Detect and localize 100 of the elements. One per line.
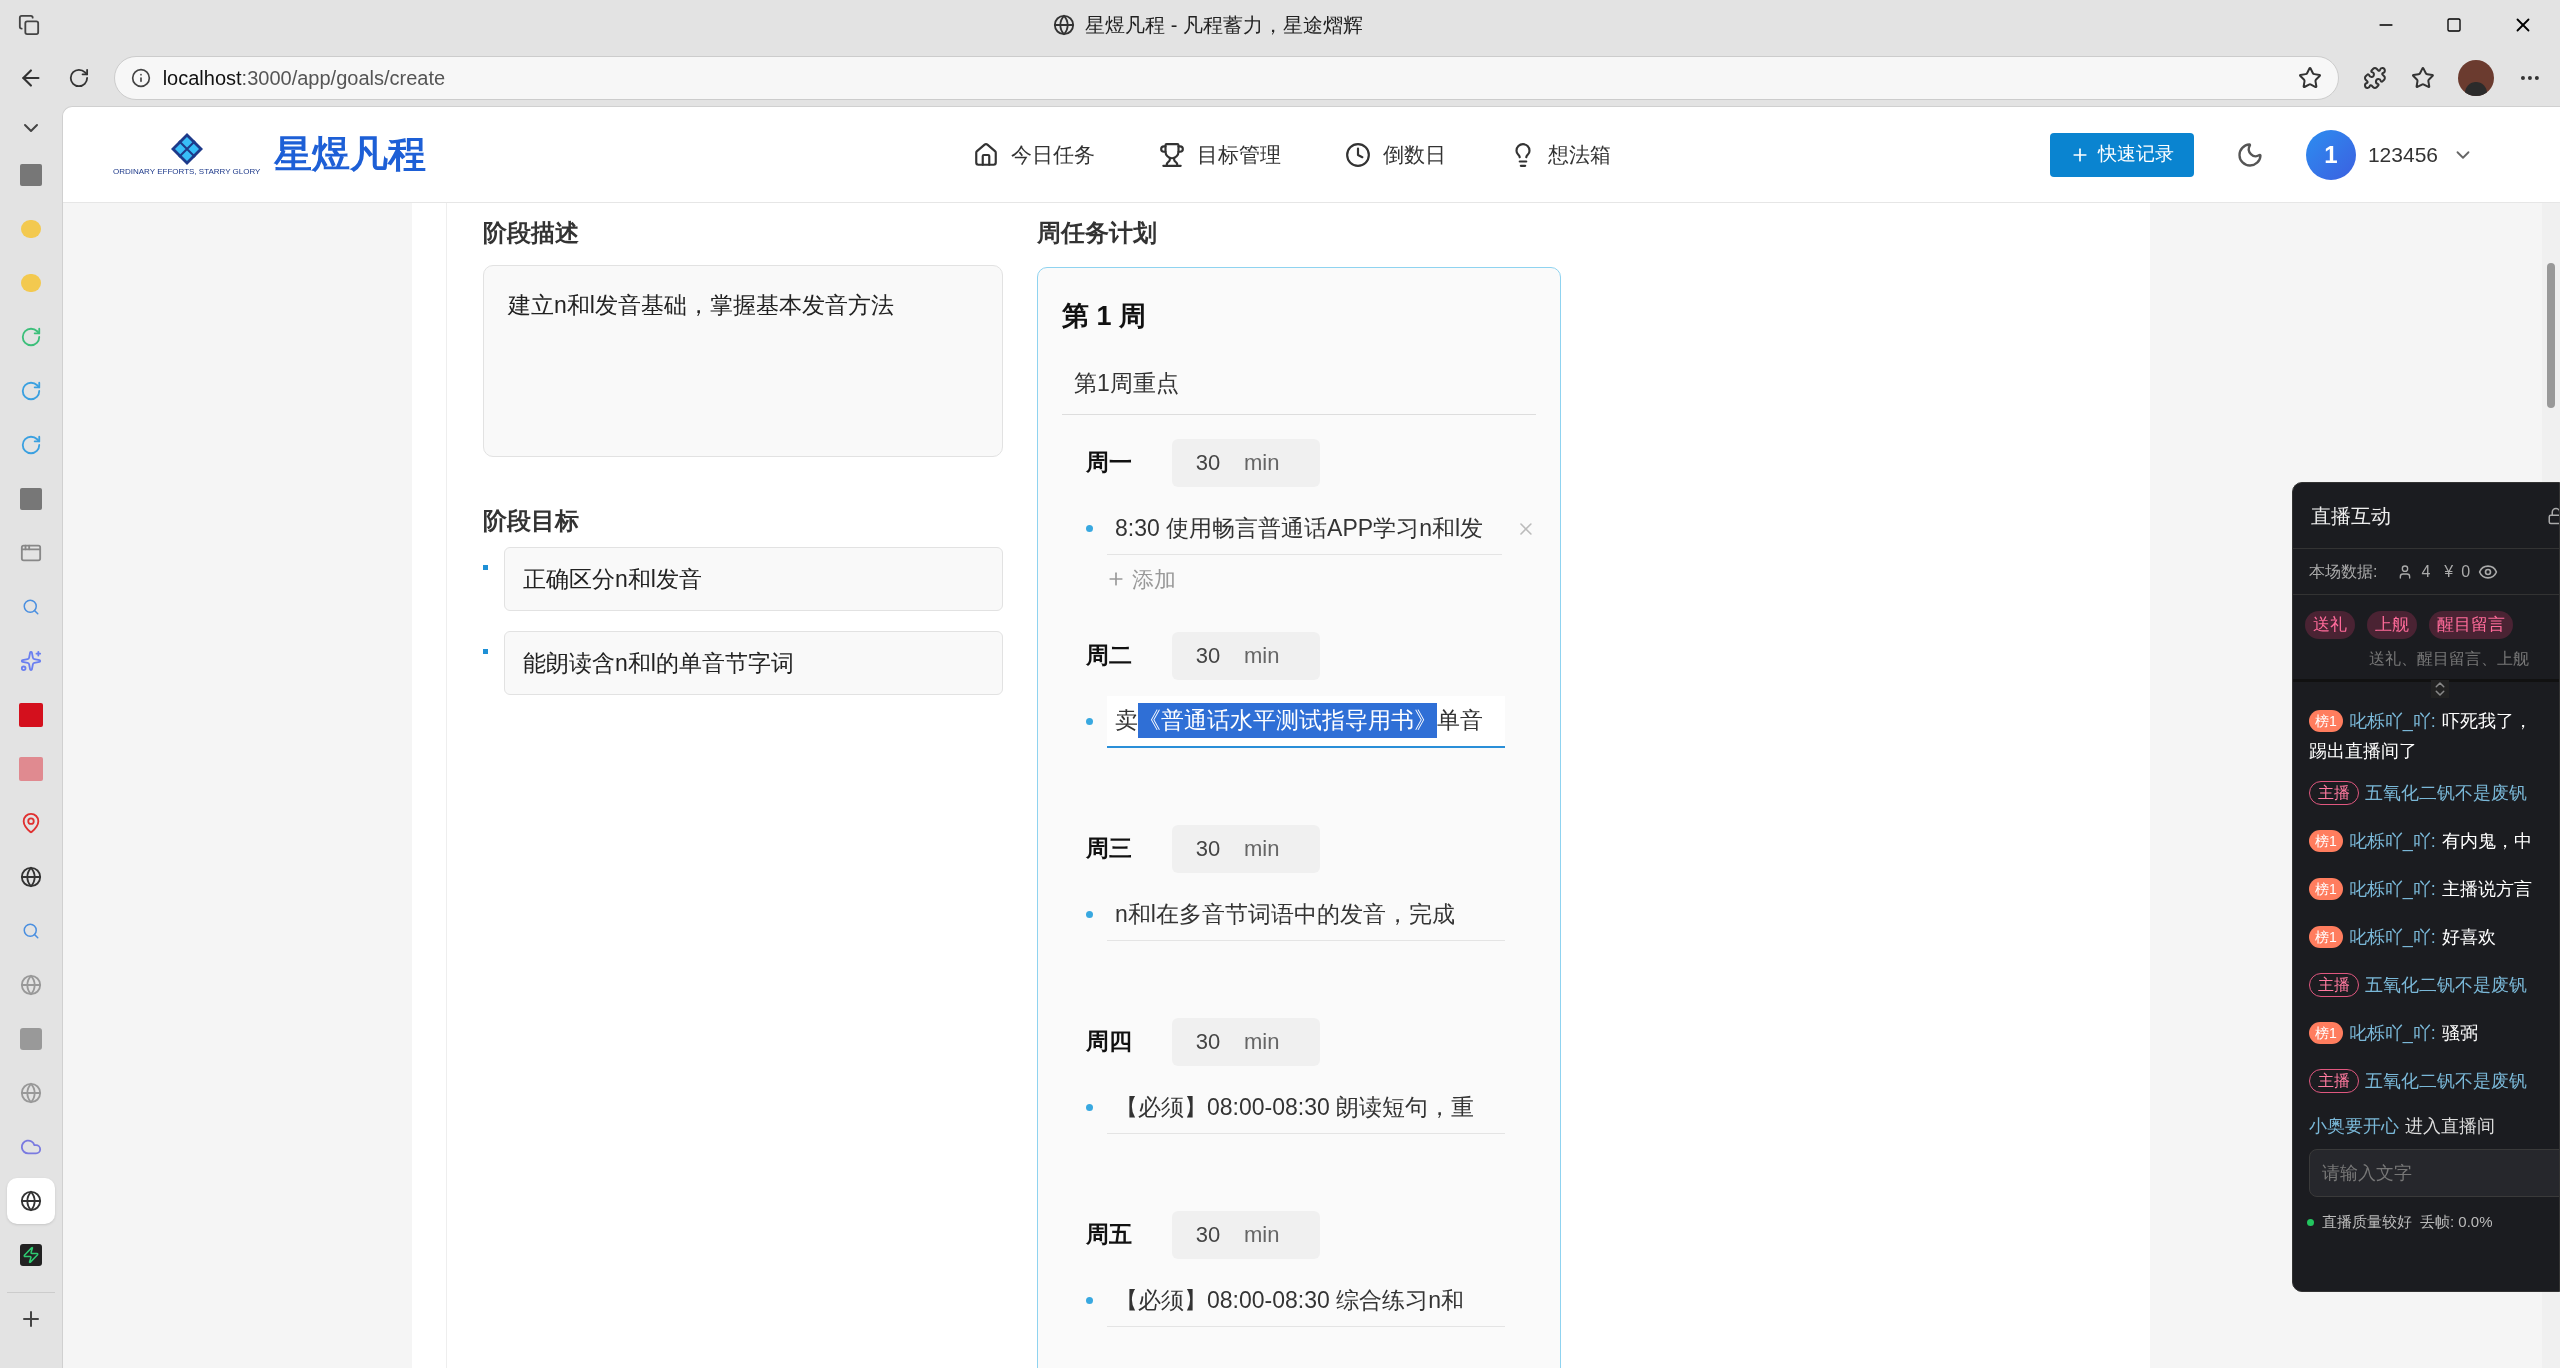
- extensions-icon[interactable]: [2362, 66, 2387, 90]
- sparkle-icon: [20, 650, 42, 672]
- tab-actions-icon[interactable]: [18, 14, 40, 36]
- task-field[interactable]: 【必须】08:00-08:30 朗读短句，重: [1107, 1081, 1505, 1134]
- rank-badge: 榜1: [2309, 830, 2343, 852]
- logo-icon: [169, 131, 204, 166]
- swirl-icon: [20, 380, 42, 402]
- day-label: 周一: [1086, 448, 1133, 478]
- favorite-star-icon[interactable]: [2297, 66, 2322, 90]
- rank-badge: 榜1: [2309, 926, 2343, 948]
- chat-username[interactable]: 五氧化二钒不是废钒: [2365, 779, 2527, 807]
- minutes-field[interactable]: 30 min: [1172, 1210, 1320, 1259]
- chat-username[interactable]: 叱栎吖_吖:: [2348, 707, 2436, 735]
- minutes-field[interactable]: 30 min: [1172, 1017, 1320, 1066]
- bullet-icon: [483, 649, 488, 654]
- nav-item[interactable]: 今日任务: [973, 138, 1095, 171]
- panel-title: 直播互动: [2311, 503, 2391, 529]
- bolt-icon: [20, 1244, 42, 1266]
- week-title: 第 1 周: [1062, 300, 1148, 333]
- dark-mode-icon[interactable]: [2235, 140, 2264, 169]
- rank-badge: 榜1: [2309, 710, 2343, 732]
- week-focus-field[interactable]: 第1周重点: [1062, 352, 1536, 415]
- quality-status: 直播质量较好: [2322, 1212, 2412, 1232]
- vertical-tab[interactable]: [7, 1178, 55, 1224]
- favorites-icon[interactable]: [2410, 66, 2435, 90]
- enter-notice: 进入直播间: [2405, 1114, 2495, 1138]
- bullet-icon: [1086, 911, 1093, 918]
- globe-icon: [20, 1190, 42, 1212]
- chat-username[interactable]: 叱栎吖_吖:: [2348, 1019, 2436, 1047]
- chat-username[interactable]: 小奥要开心: [2309, 1112, 2399, 1140]
- window-icon: [20, 542, 42, 564]
- profile-avatar[interactable]: [2458, 60, 2495, 96]
- quick-record-button[interactable]: 快速记录: [2049, 132, 2194, 177]
- stats-label: 本场数据:: [2309, 561, 2378, 582]
- house-icon: [973, 141, 999, 168]
- chat-message: 有内鬼，中: [2441, 829, 2532, 853]
- search-icon: [22, 598, 40, 616]
- day-label: 周五: [1086, 1220, 1133, 1250]
- app-logo-icon: [19, 703, 43, 727]
- chat-message: 吓死我了，: [2441, 709, 2532, 733]
- chat-username[interactable]: 五氧化二钒不是废钒: [2365, 1067, 2527, 1095]
- nav-item[interactable]: 目标管理: [1159, 138, 1281, 171]
- currency-sign: ¥: [2444, 561, 2454, 582]
- filter-tag[interactable]: 醒目留言: [2429, 611, 2513, 639]
- chat-username[interactable]: 叱栎吖_吖:: [2348, 827, 2436, 855]
- logo-text: 星煜凡程: [274, 132, 427, 177]
- filter-tag[interactable]: 上舰: [2367, 611, 2417, 639]
- task-field[interactable]: 卖《普通话水平测试指导用书》单音: [1107, 695, 1505, 748]
- clock-icon: [1345, 141, 1371, 168]
- username: 123456: [2367, 141, 2438, 168]
- window-title: 星煜凡程 - 凡程蓄力，星途熠辉: [1085, 13, 1363, 38]
- chat-username[interactable]: 五氧化二钒不是废钒: [2365, 971, 2527, 999]
- bullet-icon: [1086, 1297, 1093, 1304]
- app-logo-icon: [20, 488, 42, 510]
- app-logo-icon: [20, 1028, 42, 1050]
- chat-username[interactable]: 叱栎吖_吖:: [2348, 875, 2436, 903]
- swirl-icon: [20, 434, 42, 456]
- rank-badge: 榜1: [2309, 1022, 2343, 1044]
- url-text: localhost:3000/app/goals/create: [162, 66, 447, 91]
- task-field[interactable]: 【必须】08:00-08:30 综合练习n和: [1107, 1274, 1505, 1327]
- restore-icon[interactable]: [2446, 17, 2462, 33]
- filter-tag[interactable]: 送礼: [2305, 611, 2355, 639]
- resize-handle-icon[interactable]: [2431, 680, 2449, 698]
- globe-icon: [20, 974, 42, 996]
- description-field[interactable]: 建立n和l发音基础，掌握基本发音方法: [483, 265, 1003, 457]
- chat-input[interactable]: 请输入文字: [2309, 1149, 2559, 1197]
- task-field[interactable]: 8:30 使用畅言普通话APP学习n和l发: [1106, 502, 1503, 555]
- task-field[interactable]: n和l在多音节词语中的发音，完成: [1107, 888, 1505, 941]
- chat-message: 骚弼: [2441, 1021, 2478, 1045]
- refresh-icon[interactable]: [67, 67, 90, 89]
- chat-username[interactable]: 叱栎吖_吖:: [2348, 923, 2436, 951]
- avatar[interactable]: 1: [2305, 129, 2356, 180]
- viewer-count: 4: [2421, 561, 2431, 582]
- globe-icon: [20, 1082, 42, 1104]
- filter-hint: 送礼、醒目留言、上舰: [2369, 649, 2529, 669]
- lock-icon[interactable]: [2547, 506, 2559, 525]
- minutes-field[interactable]: 30 min: [1172, 631, 1320, 680]
- goal-field[interactable]: 正确区分n和l发音: [504, 547, 1003, 611]
- nav-item[interactable]: 倒数日: [1345, 138, 1446, 171]
- money-count: 0: [2461, 561, 2471, 582]
- globe-icon: [20, 866, 42, 888]
- bullet-icon: [1086, 1104, 1093, 1111]
- logo-tagline: ORDINARY EFFORTS, STARRY GLORY: [113, 165, 261, 178]
- chat-message: 好喜欢: [2441, 925, 2496, 949]
- trophy-icon: [1159, 141, 1185, 168]
- swirl-icon: [20, 326, 42, 348]
- nav-item[interactable]: 想法箱: [1510, 138, 1611, 171]
- bullet-icon: [1086, 525, 1093, 532]
- day-label: 周三: [1086, 834, 1133, 864]
- section-heading: 阶段描述: [483, 218, 580, 248]
- address-bar[interactable]: localhost:3000/app/goals/create: [113, 56, 2339, 100]
- section-heading: 阶段目标: [483, 506, 580, 536]
- app-logo-icon: [19, 757, 43, 781]
- rank-badge: 榜1: [2309, 878, 2343, 900]
- goal-field[interactable]: 能朗读含n和l的单音节字词: [504, 631, 1003, 695]
- minutes-field[interactable]: 30 min: [1172, 824, 1320, 873]
- minutes-field[interactable]: 30 min: [1172, 438, 1320, 487]
- map-pin-icon: [20, 812, 42, 834]
- info-icon[interactable]: [130, 68, 151, 88]
- chat-message: 主播说方言: [2441, 877, 2532, 901]
